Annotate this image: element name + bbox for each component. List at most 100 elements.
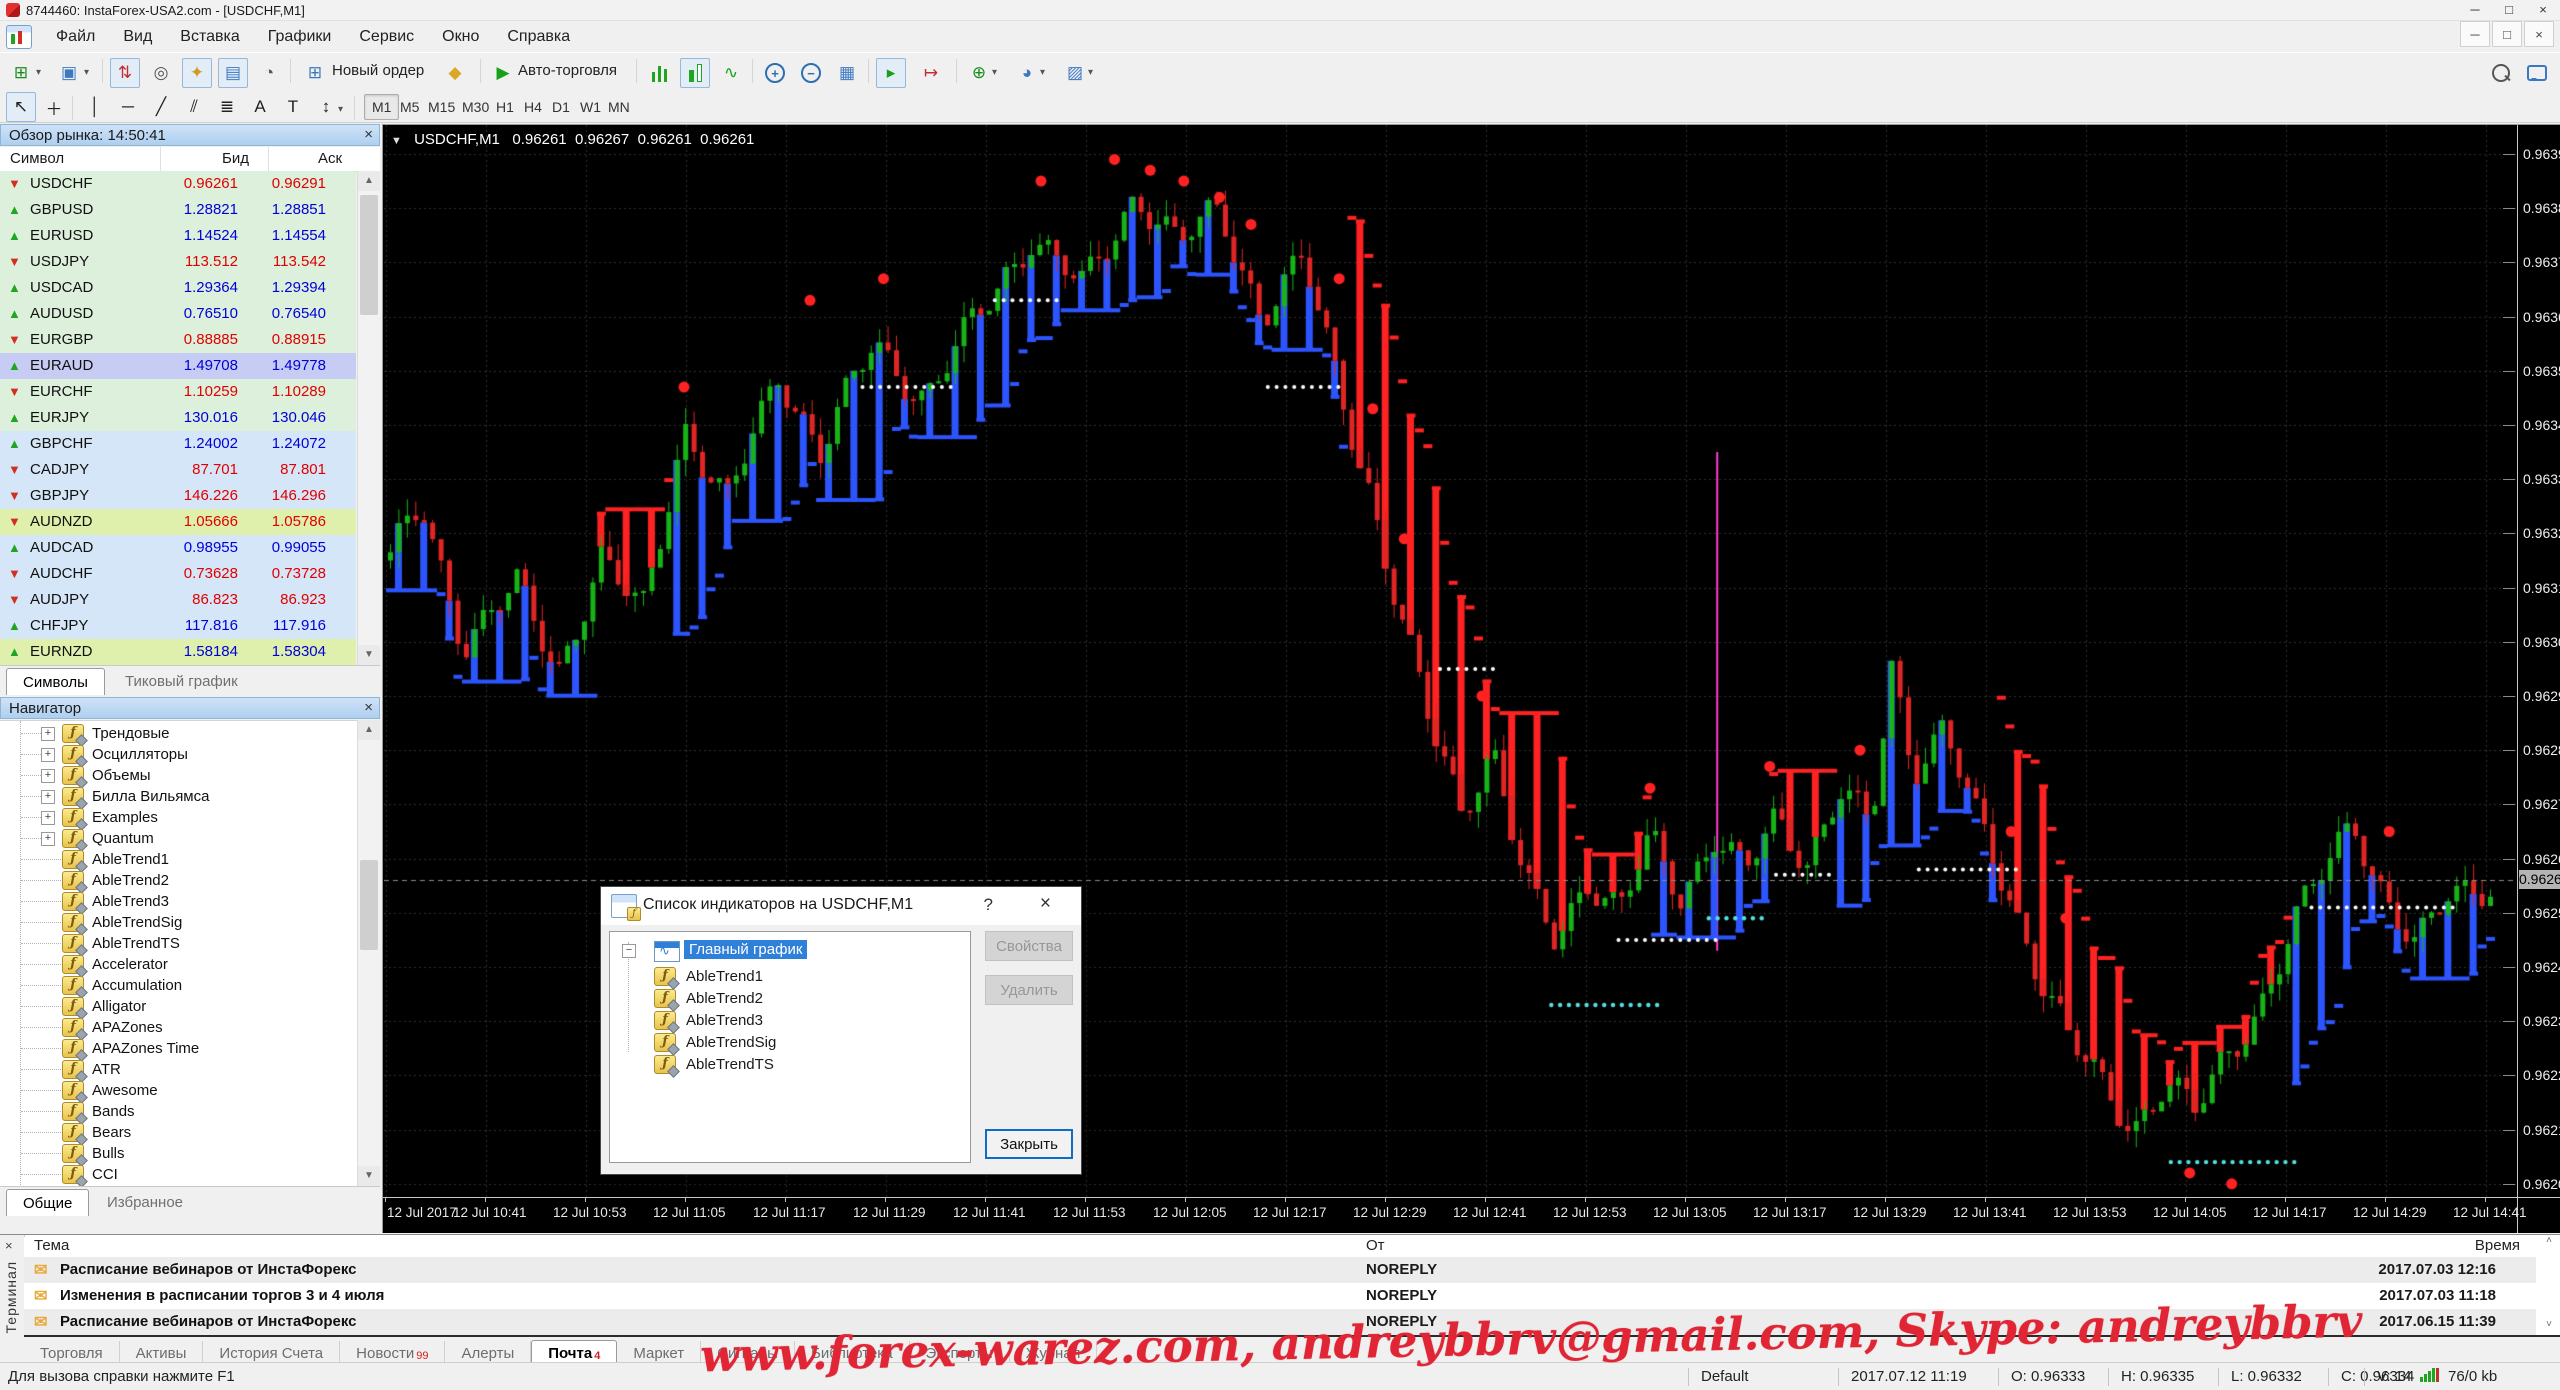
expand-icon[interactable]: + [41, 748, 55, 762]
mail-row[interactable]: ✉Расписание вебинаров от ИнстаФорексNORE… [24, 1257, 2536, 1283]
market-watch-tab-Тиковый график[interactable]: Тиковый график [109, 668, 254, 694]
table-row-CADJPY[interactable]: ▼CADJPY87.70187.801 [0, 457, 356, 484]
expand-icon[interactable]: + [41, 790, 55, 804]
autotrade-icon[interactable]: ▶ [488, 58, 518, 88]
dialog-tree-item-AbleTrendSig[interactable]: ƒAbleTrendSig [610, 1032, 970, 1054]
tile-windows-icon[interactable]: ▦ [832, 58, 862, 88]
collapse-icon[interactable]: ▼ [391, 135, 402, 147]
navigator-tab-Избранное[interactable]: Избранное [91, 1189, 199, 1215]
timeframe-MN[interactable]: MN [600, 94, 638, 120]
collapse-icon[interactable]: − [622, 944, 636, 958]
market-watch-icon[interactable]: ⇅ [110, 58, 140, 88]
child-minimize-button[interactable]: ─ [2460, 21, 2490, 47]
close-button[interactable]: × [2526, 0, 2560, 20]
scroll-down-icon[interactable]: ▼ [358, 645, 380, 665]
table-row-EURCHF[interactable]: ▼EURCHF1.102591.10289 [0, 379, 356, 406]
tree-item-Bears[interactable]: ƒBears [0, 1122, 356, 1143]
text-label-icon[interactable]: T [278, 92, 308, 122]
dialog-tree-item-AbleTrend2[interactable]: ƒAbleTrend2 [610, 988, 970, 1010]
navigator-scrollbar[interactable]: ▲ ▼ [357, 720, 380, 1186]
table-row-AUDJPY[interactable]: ▼AUDJPY86.82386.923 [0, 587, 356, 614]
new-order-icon[interactable]: ⊞ [300, 58, 330, 88]
strategy-tester-icon[interactable]: ◔ [254, 58, 284, 88]
navigator-close-icon[interactable]: × [364, 699, 373, 716]
dialog-tree-item-AbleTrendTS[interactable]: ƒAbleTrendTS [610, 1054, 970, 1076]
navigator-tab-Общие[interactable]: Общие [6, 1189, 89, 1216]
chevron-down-icon[interactable]: ▾ [84, 67, 89, 78]
auto-scroll-icon[interactable]: ▸ [876, 58, 906, 88]
tree-item-Examples[interactable]: +ƒExamples [0, 807, 356, 828]
maximize-button[interactable]: □ [2492, 0, 2526, 20]
tree-item-Bands[interactable]: ƒBands [0, 1101, 356, 1122]
chart-shift-icon[interactable]: ↦ [916, 58, 946, 88]
table-row-CHFJPY[interactable]: ▲CHFJPY117.816117.916 [0, 613, 356, 640]
scroll-up-icon[interactable]: ▲ [358, 720, 380, 740]
fibonacci-icon[interactable]: ≣ [212, 92, 242, 122]
market-watch-tab-Символы[interactable]: Символы [6, 668, 105, 695]
table-row-AUDNZD[interactable]: ▼AUDNZD1.056661.05786 [0, 509, 356, 536]
chevron-down-icon[interactable]: ▾ [338, 104, 343, 115]
menu-item-Сервис[interactable]: Сервис [345, 24, 428, 49]
zoom-out-icon[interactable]: − [796, 58, 826, 88]
table-row-EURGBP[interactable]: ▼EURGBP0.888850.88915 [0, 327, 356, 354]
tree-item-AbleTrend2[interactable]: ƒAbleTrend2 [0, 870, 356, 891]
tree-item-AbleTrend1[interactable]: ƒAbleTrend1 [0, 849, 356, 870]
table-row-AUDCHF[interactable]: ▼AUDCHF0.736280.73728 [0, 561, 356, 588]
chevron-down-icon[interactable]: ▾ [36, 67, 41, 78]
autotrade-button[interactable]: Авто-торговля [518, 62, 617, 79]
new-order-button[interactable]: Новый ордер [332, 62, 424, 79]
market-watch-scrollbar[interactable]: ▲ ▼ [357, 171, 380, 665]
dialog-close-button[interactable]: × [1040, 893, 1051, 915]
scroll-down-icon[interactable]: ▼ [358, 1166, 380, 1186]
table-row-EURNZD[interactable]: ▲EURNZD1.581841.58304 [0, 639, 356, 665]
tree-item-APAZones[interactable]: ƒAPAZones [0, 1017, 356, 1038]
chevron-down-icon[interactable]: ▾ [1040, 67, 1045, 78]
child-close-button[interactable]: × [2524, 21, 2554, 47]
minimize-button[interactable]: ─ [2458, 0, 2492, 20]
expand-icon[interactable]: + [41, 727, 55, 741]
status-profile[interactable]: Default [1688, 1368, 1841, 1386]
dialog-help-button[interactable]: ? [984, 895, 993, 915]
chat-icon[interactable] [2522, 58, 2552, 88]
search-icon[interactable] [2486, 58, 2516, 88]
table-row-USDCHF[interactable]: ▼USDCHF0.962610.96291 [0, 171, 356, 198]
tree-item-APAZones-Time[interactable]: ƒAPAZones Time [0, 1038, 356, 1059]
chevron-down-icon[interactable]: ▾ [1088, 67, 1093, 78]
scroll-down-icon[interactable]: ˅ [2546, 1319, 2552, 1330]
table-row-GBPUSD[interactable]: ▲GBPUSD1.288211.28851 [0, 197, 356, 224]
trendline-icon[interactable]: ╱ [146, 92, 176, 122]
data-window-icon[interactable]: ◎ [146, 58, 176, 88]
scroll-up-icon[interactable]: ˄ [2546, 1235, 2552, 1246]
expand-icon[interactable]: + [41, 769, 55, 783]
cursor-icon[interactable]: ↖ [6, 92, 36, 122]
tree-item-AbleTrend3[interactable]: ƒAbleTrend3 [0, 891, 356, 912]
table-row-GBPJPY[interactable]: ▼GBPJPY146.226146.296 [0, 483, 356, 510]
expand-icon[interactable]: + [41, 832, 55, 846]
indicators-icon[interactable]: ⊕ [964, 58, 994, 88]
table-row-USDCAD[interactable]: ▲USDCAD1.293641.29394 [0, 275, 356, 302]
table-row-USDJPY[interactable]: ▼USDJPY113.512113.542 [0, 249, 356, 276]
channel-icon[interactable]: ⫽ [179, 92, 209, 122]
menu-item-Окно[interactable]: Окно [428, 24, 493, 49]
dialog-tree-item-AbleTrend3[interactable]: ƒAbleTrend3 [610, 1010, 970, 1032]
chevron-down-icon[interactable]: ▾ [992, 67, 997, 78]
tree-item-AbleTrendSig[interactable]: ƒAbleTrendSig [0, 912, 356, 933]
new-chart-icon[interactable]: ⊞ [6, 58, 36, 88]
metaeditor-icon[interactable]: ◆ [440, 58, 470, 88]
tree-item-Accelerator[interactable]: ƒAccelerator [0, 954, 356, 975]
text-icon[interactable]: A [245, 92, 275, 122]
horizontal-line-icon[interactable]: ─ [113, 92, 143, 122]
table-row-AUDUSD[interactable]: ▲AUDUSD0.765100.76540 [0, 301, 356, 328]
tree-item-ATR[interactable]: ƒATR [0, 1059, 356, 1080]
tree-item-Alligator[interactable]: ƒAlligator [0, 996, 356, 1017]
dialog-title-bar[interactable]: Список индикаторов на USDCHF,M1 ? × [601, 887, 1081, 925]
line-chart-icon[interactable]: ∿ [716, 58, 746, 88]
tree-item-AbleTrendTS[interactable]: ƒAbleTrendTS [0, 933, 356, 954]
tree-item-Quantum[interactable]: +ƒQuantum [0, 828, 356, 849]
table-row-EURJPY[interactable]: ▲EURJPY130.016130.046 [0, 405, 356, 432]
expand-icon[interactable]: + [41, 811, 55, 825]
menu-item-Графики[interactable]: Графики [254, 24, 346, 49]
chart-profiles-icon[interactable]: ▣ [54, 58, 84, 88]
table-row-GBPCHF[interactable]: ▲GBPCHF1.240021.24072 [0, 431, 356, 458]
menu-item-Вставка[interactable]: Вставка [166, 24, 253, 49]
